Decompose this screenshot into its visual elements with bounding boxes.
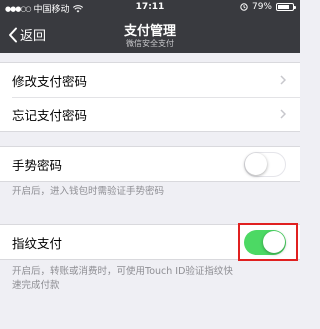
alarm-icon [240, 3, 248, 11]
forgot-password-item[interactable]: 忘记支付密码 [0, 97, 300, 131]
gesture-password-toggle[interactable] [244, 151, 286, 177]
battery-percent: 79% [251, 2, 272, 12]
chevron-right-icon [280, 109, 286, 119]
fingerprint-payment-hint: 开启后，转账或消费时，可使用Touch ID验证指纹快 速完成付款 [12, 265, 292, 293]
fingerprint-hint-line-2: 速完成付款 [12, 280, 60, 291]
page-subtitle: 微信安全支付 [126, 39, 174, 48]
toggle-knob [245, 152, 267, 175]
password-settings-group: 修改支付密码 忘记支付密码 [0, 62, 300, 132]
fingerprint-hint-line-1: 开启后，转账或消费时，可使用Touch ID验证指纹快 [12, 266, 233, 277]
gesture-password-group: 手势密码 [0, 146, 300, 182]
battery-icon [276, 3, 296, 11]
forgot-password-label: 忘记支付密码 [12, 107, 88, 123]
page-title: 支付管理 [123, 24, 176, 39]
change-password-label: 修改支付密码 [12, 73, 88, 89]
gesture-password-hint: 开启后，进入钱包时需验证手势密码 [12, 186, 165, 197]
status-bar: ●●●○○ 中国移动 17:11 79% [0, 0, 300, 16]
gesture-password-label: 手势密码 [12, 157, 63, 173]
highlight-annotation-box [238, 223, 298, 261]
gesture-password-item: 手势密码 [0, 147, 300, 181]
navigation-bar: 返回 支付管理 微信安全支付 [0, 16, 300, 53]
chevron-right-icon [280, 75, 286, 85]
change-password-item[interactable]: 修改支付密码 [0, 63, 300, 97]
fingerprint-payment-label: 指纹支付 [12, 235, 63, 251]
